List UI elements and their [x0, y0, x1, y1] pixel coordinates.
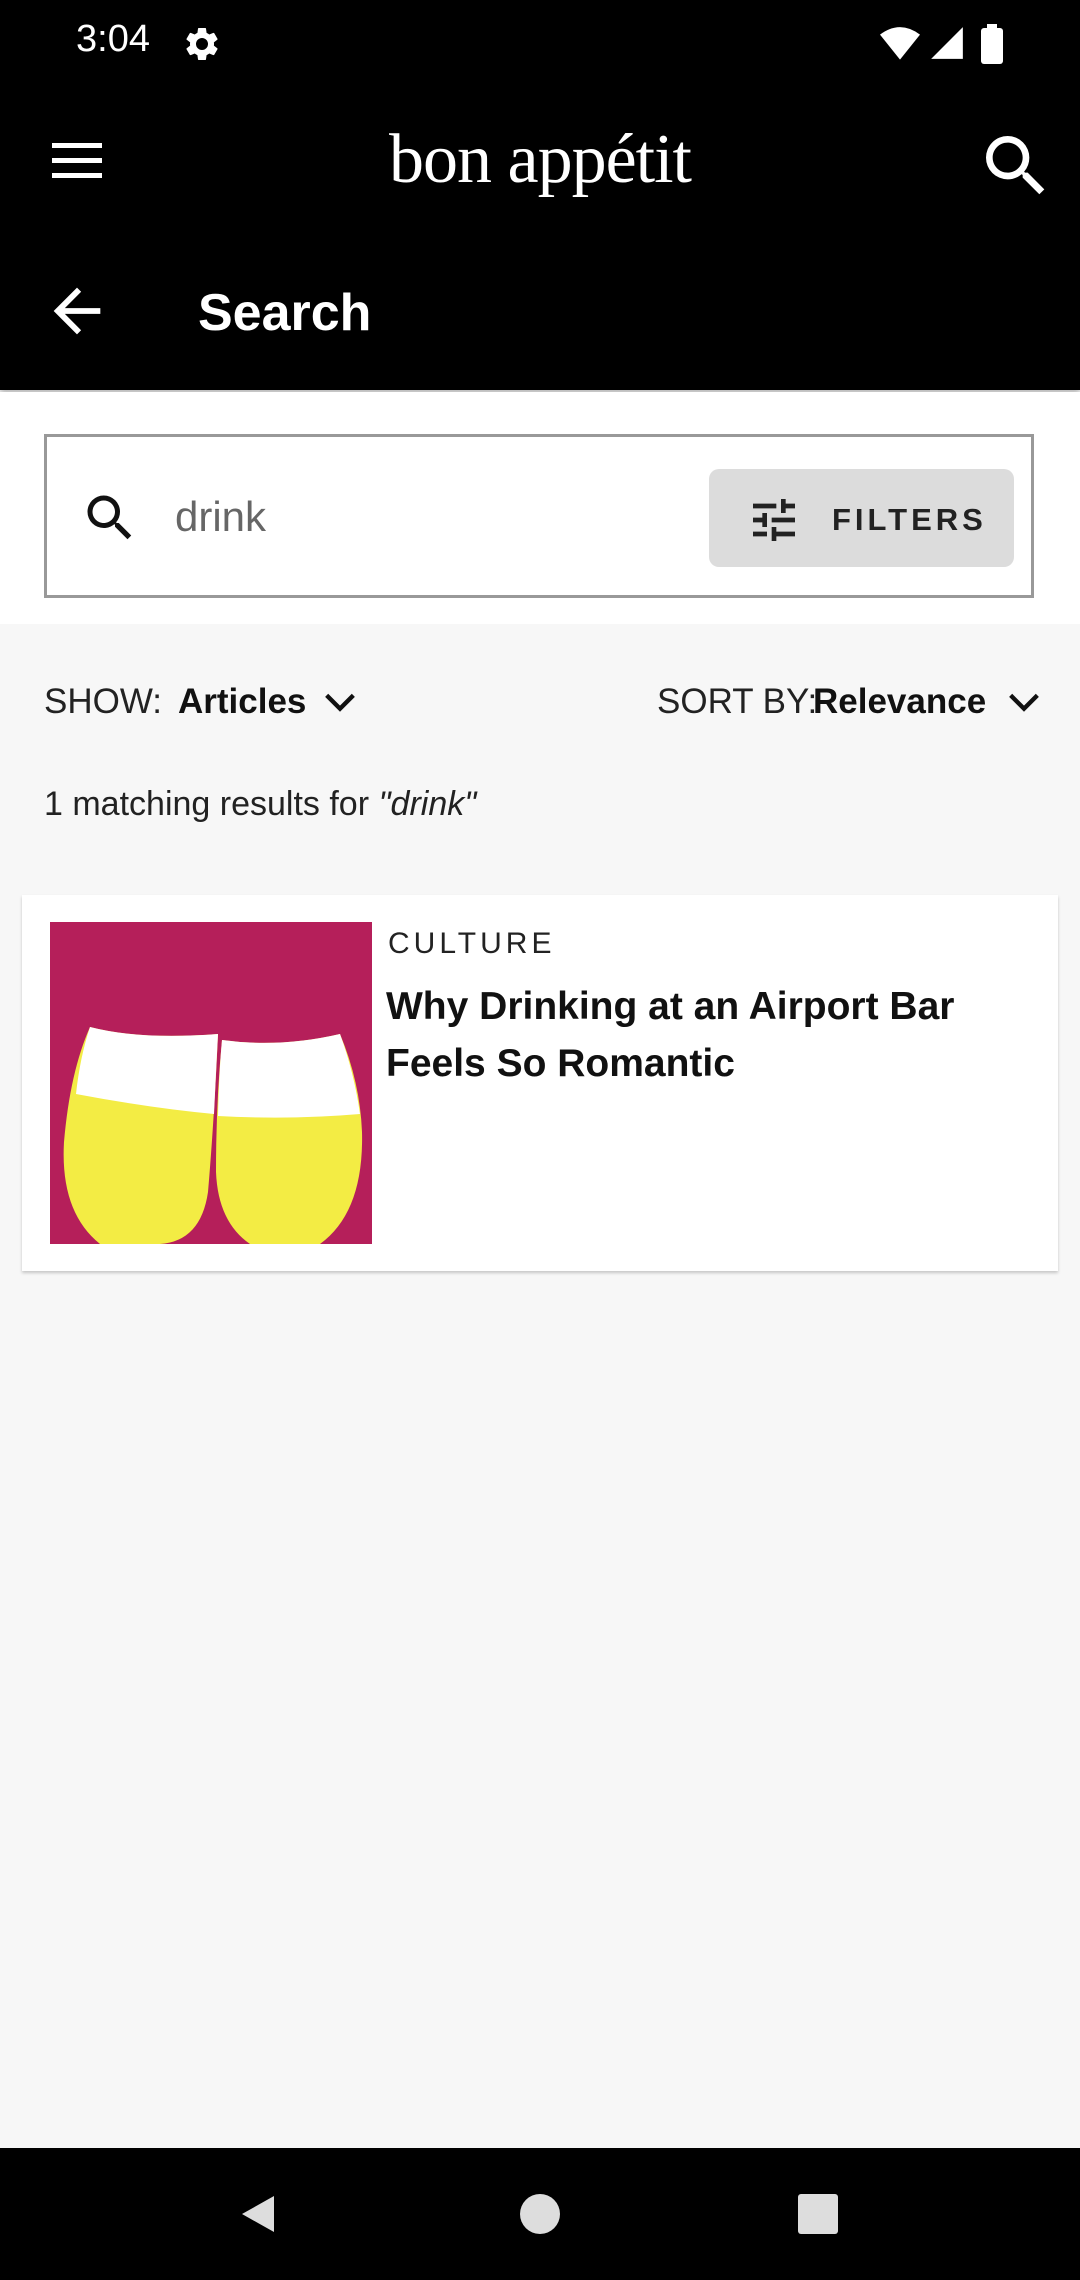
wifi-icon	[880, 27, 920, 60]
article-thumbnail[interactable]	[50, 922, 372, 1244]
search-icon	[87, 495, 132, 540]
settings-icon	[186, 27, 218, 60]
menu-icon[interactable]	[40, 128, 114, 192]
show-dropdown[interactable]: Articles	[178, 680, 306, 724]
status-time: 3:04	[76, 18, 150, 60]
sort-label: SORT BY:	[657, 682, 818, 721]
show-label: SHOW:	[44, 682, 162, 721]
chevron-down-icon[interactable]	[1002, 682, 1046, 722]
results-count-query: "drink"	[378, 785, 477, 823]
article-category: CULTURE	[388, 927, 556, 960]
nav-back-icon[interactable]	[230, 2186, 286, 2242]
battery-icon	[981, 24, 1003, 64]
results-count-text: 1 matching results for	[44, 785, 379, 823]
article-title[interactable]: Why Drinking at an Airport Bar Feels So …	[386, 978, 1036, 1092]
page-title: Search	[198, 284, 372, 342]
results-count: 1 matching results for "drink"	[44, 782, 476, 826]
tune-icon	[753, 499, 795, 541]
filters-button-label: FILTERS	[832, 502, 987, 537]
chevron-down-icon[interactable]	[318, 682, 362, 722]
nav-recents-icon[interactable]	[790, 2186, 846, 2242]
sort-dropdown[interactable]: Relevance	[813, 680, 986, 724]
arrow-back-icon[interactable]	[42, 276, 112, 346]
search-input[interactable]: drink	[175, 490, 675, 544]
search-icon[interactable]	[976, 126, 1056, 206]
brand-logo[interactable]: bon appétit	[300, 120, 780, 200]
signal-icon	[931, 27, 963, 59]
nav-home-icon[interactable]	[515, 2186, 565, 2242]
